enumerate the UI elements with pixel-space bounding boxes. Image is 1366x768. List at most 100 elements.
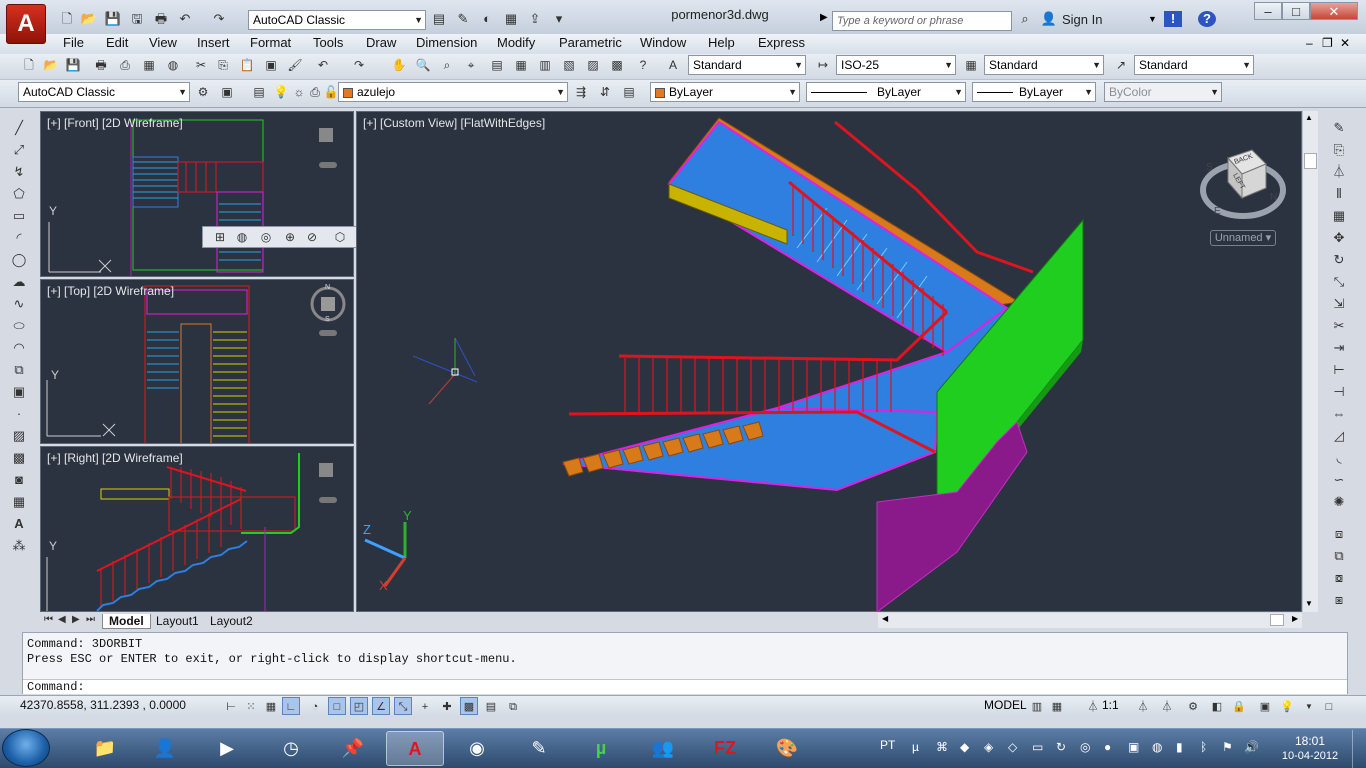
workspace-dropdown-2[interactable]: AutoCAD Classic ▼: [18, 82, 190, 102]
paste-block-icon[interactable]: ▣: [262, 56, 280, 74]
join-icon[interactable]: ⇔: [1328, 404, 1350, 424]
dynamic-ucs-toggle[interactable]: ⤡: [394, 697, 412, 715]
undo-icon[interactable]: ↶: [176, 11, 194, 27]
viewport-front[interactable]: Y [+] [Front] [2D Wireframe]: [40, 111, 354, 277]
polyline-icon[interactable]: ↯: [8, 162, 30, 182]
continuous-orbit-icon[interactable]: ⊕: [281, 228, 299, 246]
extend-icon[interactable]: ⇥: [1328, 338, 1350, 358]
free-orbit-icon[interactable]: ◎: [257, 228, 275, 246]
auto-scale-icon[interactable]: ⏃: [1158, 697, 1176, 715]
erase-icon[interactable]: ✎: [1328, 118, 1350, 138]
construction-line-icon[interactable]: ⤢: [8, 140, 30, 160]
utorrent-taskbar-icon[interactable]: µ: [572, 731, 630, 766]
transparency-toggle[interactable]: ▩: [460, 697, 478, 715]
move-icon[interactable]: ✥: [1328, 228, 1350, 248]
annotation-scale-value[interactable]: 1:1: [1102, 698, 1119, 712]
show-desktop-button[interactable]: [1352, 730, 1366, 768]
shield-icon[interactable]: ◇: [1008, 740, 1017, 754]
snap-mode-toggle[interactable]: ⁙: [242, 697, 260, 715]
mleader-style-icon[interactable]: ↗: [1112, 56, 1130, 74]
chrome-taskbar-icon[interactable]: ◉: [448, 731, 506, 766]
table-style-icon[interactable]: ▦: [962, 56, 980, 74]
zoom-previous-icon[interactable]: ⌖: [462, 56, 480, 74]
bluetooth-tray-icon[interactable]: ᛒ: [1200, 740, 1207, 754]
minimize-button[interactable]: –: [1254, 2, 1282, 20]
disc-tray-icon[interactable]: ●: [1104, 740, 1111, 754]
design-center-icon[interactable]: ▦: [512, 56, 530, 74]
application-menu-button[interactable]: A: [6, 4, 46, 44]
infer-constraints-toggle[interactable]: ⊢: [222, 697, 240, 715]
clock-app-taskbar-icon[interactable]: ◷: [262, 731, 320, 766]
tab-layout1[interactable]: Layout1: [150, 614, 205, 629]
media-player-taskbar-icon[interactable]: ▶: [198, 731, 256, 766]
workspace-switch-icon[interactable]: ◧: [1208, 697, 1226, 715]
tab-model[interactable]: Model: [102, 614, 151, 629]
menu-format[interactable]: Format: [250, 35, 291, 50]
layer-dropdown[interactable]: azulejo ▼: [338, 82, 568, 102]
tab-next-icon[interactable]: ▶: [72, 614, 80, 625]
doc-close-button[interactable]: ✕: [1340, 36, 1350, 50]
layer-properties-icon[interactable]: ▤: [430, 11, 448, 27]
ellipse-arc-icon[interactable]: ◠: [8, 338, 30, 358]
line-icon[interactable]: ╱: [8, 118, 30, 138]
lock-icon[interactable]: 🔒: [1230, 697, 1248, 715]
update-tray-icon[interactable]: ↻: [1056, 740, 1066, 754]
maximize-button[interactable]: □: [1282, 2, 1310, 20]
draworder-below-icon[interactable]: ⧆: [1328, 590, 1350, 610]
paint-taskbar-icon[interactable]: 🎨: [758, 731, 816, 766]
redo-icon[interactable]: ↷: [350, 56, 368, 74]
draworder-front-icon[interactable]: ⧈: [1328, 524, 1350, 544]
communication-center-icon[interactable]: !: [1164, 11, 1182, 27]
tab-last-icon[interactable]: ⏭: [86, 614, 95, 625]
scroll-up-icon[interactable]: ▲: [1305, 113, 1313, 122]
stretch-icon[interactable]: ⇲: [1328, 294, 1350, 314]
display-tray-icon[interactable]: ▭: [1032, 740, 1043, 754]
workspace-settings-icon[interactable]: ▣: [218, 83, 236, 101]
volume-tray-icon[interactable]: 🔊: [1244, 740, 1259, 754]
blend-icon[interactable]: ∽: [1328, 470, 1350, 490]
make-block-icon[interactable]: ▣: [8, 382, 30, 402]
pin-taskbar-icon[interactable]: 📌: [324, 731, 382, 766]
insert-block-icon[interactable]: ⧉: [8, 360, 30, 380]
messenger-taskbar-icon[interactable]: 👥: [634, 731, 692, 766]
copy-icon[interactable]: ⎘: [214, 56, 232, 74]
close-button[interactable]: ✕: [1310, 2, 1358, 20]
properties-icon[interactable]: ▤: [488, 56, 506, 74]
scroll-thumb[interactable]: [1304, 153, 1317, 169]
plotstyle-dropdown[interactable]: ByColor ▼: [1104, 82, 1222, 102]
publish-icon[interactable]: ▦: [502, 11, 520, 27]
sign-in-link[interactable]: Sign In: [1062, 12, 1102, 27]
draworder-above-icon[interactable]: ⧇: [1328, 568, 1350, 588]
gear-icon[interactable]: ⚙: [194, 83, 212, 101]
save-icon[interactable]: 💾: [64, 56, 82, 74]
text-style-dropdown[interactable]: Standard ▼: [688, 55, 806, 75]
command-input[interactable]: Command:: [23, 679, 1347, 694]
draworder-back-icon[interactable]: ⧉: [1328, 546, 1350, 566]
scroll-right-icon[interactable]: ▶: [1292, 614, 1298, 623]
menu-view[interactable]: View: [149, 35, 177, 50]
match-properties-icon[interactable]: ✎: [454, 11, 472, 27]
open-icon[interactable]: 📂: [80, 11, 98, 27]
polygon-icon[interactable]: ⬠: [8, 184, 30, 204]
viewport-custom-view[interactable]: Z Y X [+] [Custom View] [FlatWithEdges]: [356, 111, 1302, 612]
region-icon[interactable]: ◙: [8, 470, 30, 490]
calculator-icon[interactable]: ▩: [608, 56, 626, 74]
plot-preview-icon[interactable]: ⎙: [116, 56, 134, 74]
user-icon[interactable]: 👤: [1040, 11, 1058, 27]
menu-modify[interactable]: Modify: [497, 35, 535, 50]
start-button[interactable]: [2, 729, 50, 767]
menu-dimension[interactable]: Dimension: [416, 35, 477, 50]
model-space-button[interactable]: MODEL: [984, 698, 1027, 712]
break-at-point-icon[interactable]: ⊢: [1328, 360, 1350, 380]
cut-icon[interactable]: ✂: [192, 56, 210, 74]
scale-icon[interactable]: ⤡: [1328, 272, 1350, 292]
save-as-icon[interactable]: 🖫: [128, 11, 146, 27]
tab-first-icon[interactable]: ⏮: [44, 614, 53, 625]
revision-cloud-icon[interactable]: ☁: [8, 272, 30, 292]
color-dropdown[interactable]: ByLayer ▼: [650, 82, 800, 102]
quick-view-layouts-icon[interactable]: ▥: [1028, 697, 1046, 715]
help-search-input[interactable]: Type a keyword or phrase: [832, 11, 1012, 31]
scroll-left-icon[interactable]: ◀: [882, 614, 888, 623]
vertical-scrollbar[interactable]: ▲ ▼: [1302, 111, 1318, 612]
layer-manager-icon[interactable]: ▤: [250, 83, 268, 101]
